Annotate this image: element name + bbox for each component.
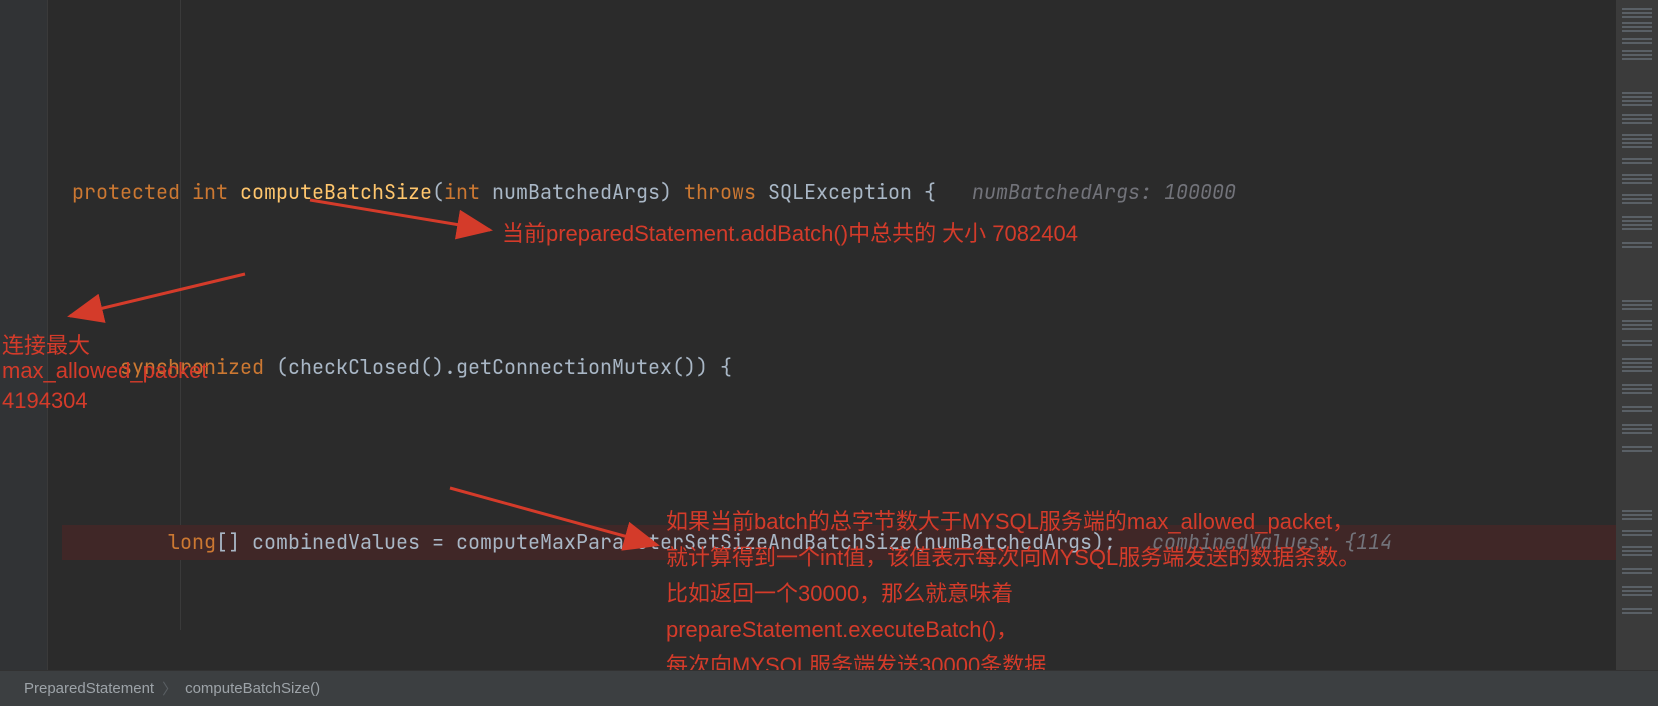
param-type: int bbox=[444, 179, 480, 205]
breadcrumb-method[interactable]: computeBatchSize() bbox=[177, 680, 328, 697]
gutter[interactable] bbox=[0, 0, 48, 670]
code-line[interactable]: protected int computeBatchSize(int numBa… bbox=[62, 175, 1616, 210]
param-name: numBatchedArgs bbox=[492, 179, 660, 205]
keyword-protected: protected bbox=[72, 179, 180, 205]
fold-column[interactable] bbox=[48, 0, 62, 670]
code-area[interactable]: protected int computeBatchSize(int numBa… bbox=[62, 0, 1616, 670]
keyword-throws: throws bbox=[684, 179, 756, 205]
chevron-right-icon: 〉 bbox=[162, 678, 177, 699]
inline-hint: numBatchedArgs: 100000 bbox=[972, 179, 1236, 205]
keyword-synchronized: synchronized bbox=[120, 354, 264, 380]
breadcrumbs[interactable]: PreparedStatement 〉 computeBatchSize() bbox=[0, 670, 1658, 706]
breadcrumb-class[interactable]: PreparedStatement bbox=[16, 680, 162, 697]
paren: ( bbox=[432, 179, 444, 205]
inline-hint: combinedValues: {114 bbox=[1152, 529, 1392, 555]
method-name: computeBatchSize bbox=[240, 179, 432, 205]
minimap[interactable] bbox=[1616, 0, 1658, 670]
code-line[interactable]: long[] combinedValues = computeMaxParame… bbox=[62, 525, 1616, 560]
keyword-int: int bbox=[192, 179, 228, 205]
code-editor[interactable]: protected int computeBatchSize(int numBa… bbox=[0, 0, 1616, 670]
code-line[interactable]: synchronized (checkClosed().getConnectio… bbox=[62, 350, 1616, 385]
exception-name: SQLException bbox=[768, 179, 912, 205]
